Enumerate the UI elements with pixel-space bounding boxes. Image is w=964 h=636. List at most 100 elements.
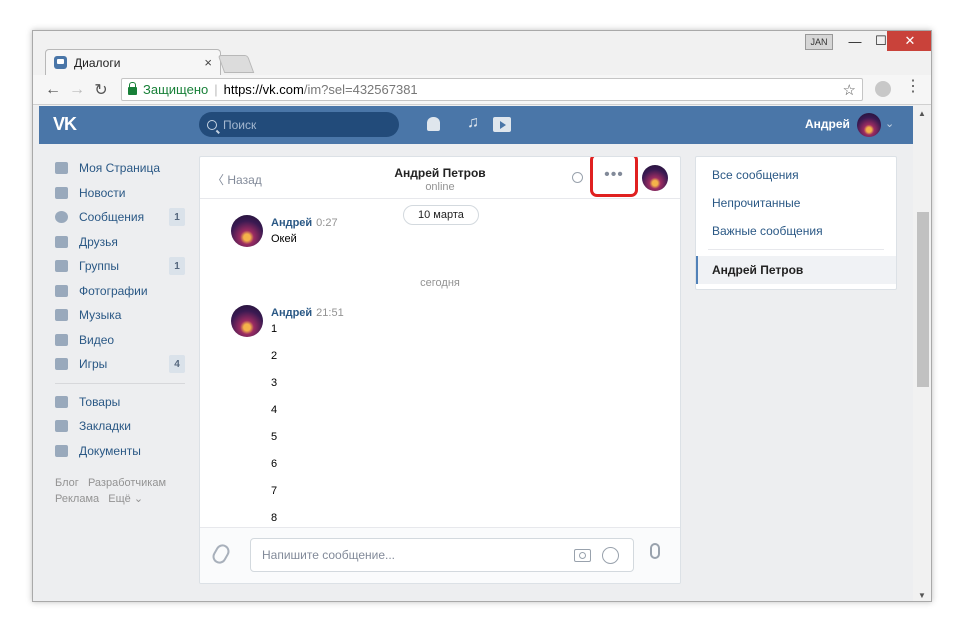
search-placeholder: Поиск <box>223 117 257 132</box>
vk-logo[interactable]: VK <box>53 114 77 135</box>
sidebar-item-label: Документы <box>79 443 141 458</box>
message-time: 21:51 <box>316 307 344 319</box>
vk-search-input[interactable]: Поиск <box>199 112 399 137</box>
sidebar-item-video[interactable]: Видео <box>47 328 187 353</box>
sidebar-item-documents[interactable]: Документы <box>47 439 187 464</box>
music-note-icon[interactable]: ♫ <box>467 114 479 132</box>
sidebar-item-my-page[interactable]: Моя Страница <box>47 156 187 181</box>
user-profile-badge[interactable]: JAN <box>805 34 833 50</box>
message-avatar[interactable] <box>231 305 263 337</box>
paperclip-icon[interactable] <box>209 541 233 567</box>
tab-close-icon[interactable]: × <box>204 55 212 70</box>
menu-divider <box>708 249 884 250</box>
sidebar-item-games[interactable]: Игры 4 <box>47 352 187 377</box>
footer-more-link[interactable]: Ещё ⌄ <box>108 493 143 505</box>
sidebar-item-groups[interactable]: Группы 1 <box>47 254 187 279</box>
microphone-icon[interactable] <box>650 543 660 559</box>
chat-panel: 〈 Назад Андрей Петров online ••• 10 март… <box>199 156 681 584</box>
chat-header: 〈 Назад Андрей Петров online ••• <box>200 157 680 199</box>
sidebar-item-goods[interactable]: Товары <box>47 390 187 415</box>
reload-button[interactable]: ↻ <box>89 80 113 100</box>
footer-ads-link[interactable]: Реклама <box>55 493 99 505</box>
message-line: 3 <box>271 377 278 389</box>
browser-menu-icon[interactable]: ⋮ <box>905 79 921 95</box>
left-sidebar: Моя Страница Новости Сообщения 1 Друзья Г… <box>47 156 187 507</box>
chevron-down-icon[interactable]: ⌄ <box>885 117 894 130</box>
notifications-bell-icon[interactable] <box>427 117 440 131</box>
sidebar-item-bookmarks[interactable]: Закладки <box>47 414 187 439</box>
today-separator: сегодня <box>420 277 460 289</box>
message-author[interactable]: Андрей 21:51 <box>271 307 344 319</box>
search-icon <box>207 119 217 130</box>
sidebar-item-label: Моя Страница <box>79 161 161 176</box>
video-play-icon[interactable] <box>493 117 511 132</box>
message-line: 6 <box>271 458 278 470</box>
message-author[interactable]: Андрей 0:27 <box>271 217 338 229</box>
compose-bar: Напишите сообщение... <box>200 527 680 583</box>
scroll-down-arrow-icon[interactable]: ▼ <box>918 591 926 600</box>
sidebar-item-label: Игры <box>79 357 108 372</box>
sidebar-item-label: Друзья <box>79 234 118 249</box>
home-icon <box>55 162 68 175</box>
chat-search-icon[interactable] <box>572 172 583 183</box>
goods-icon <box>55 395 68 408</box>
footer-blog-link[interactable]: Блог <box>55 477 79 489</box>
sidebar-item-news[interactable]: Новости <box>47 181 187 206</box>
sidebar-footer: Блог Разработчикам Реклама Ещё ⌄ <box>55 475 187 507</box>
games-icon <box>55 358 68 371</box>
sidebar-item-label: Сообщения <box>79 210 145 225</box>
forward-button[interactable]: → <box>65 81 89 99</box>
secure-label: Защищено <box>143 82 209 97</box>
more-actions-button[interactable]: ••• <box>590 157 638 197</box>
header-avatar[interactable] <box>857 113 881 137</box>
page-scrollbar[interactable]: ▲ ▼ <box>913 106 931 601</box>
scroll-up-arrow-icon[interactable]: ▲ <box>918 109 926 118</box>
new-tab-button[interactable] <box>217 55 255 73</box>
message-line: 8 <box>271 512 278 524</box>
message-line: 1 <box>271 323 278 335</box>
author-name[interactable]: Андрей <box>271 217 312 229</box>
sidebar-item-music[interactable]: Музыка <box>47 303 187 328</box>
extension-icon[interactable] <box>875 81 891 97</box>
photos-icon <box>55 284 68 297</box>
message-line: 5 <box>271 431 278 443</box>
author-name[interactable]: Андрей <box>271 307 312 319</box>
sidebar-item-friends[interactable]: Друзья <box>47 230 187 255</box>
bookmarks-icon <box>55 420 68 433</box>
back-button[interactable]: ← <box>41 81 65 99</box>
footer-dev-link[interactable]: Разработчикам <box>88 477 166 489</box>
browser-toolbar: ← → ↻ Защищено | https://vk.com /im?sel=… <box>33 75 931 105</box>
message-input[interactable]: Напишите сообщение... <box>250 538 634 572</box>
sidebar-item-label: Группы <box>79 259 119 274</box>
url-host: https://vk.com <box>223 82 304 97</box>
close-window-button[interactable]: ✕ <box>887 31 931 51</box>
minimize-button[interactable]: — <box>841 31 869 51</box>
video-icon <box>55 333 68 346</box>
filter-unread[interactable]: Непрочитанные <box>696 189 896 217</box>
filter-important[interactable]: Важные сообщения <box>696 217 896 245</box>
message-avatar[interactable] <box>231 215 263 247</box>
documents-icon <box>55 444 68 457</box>
sidebar-item-label: Видео <box>79 332 115 347</box>
contact-avatar[interactable] <box>642 165 668 191</box>
vk-header: VK Поиск ♫ Андрей ⌄ <box>39 106 913 144</box>
bookmark-star-icon[interactable]: ☆ <box>843 81 856 99</box>
music-icon <box>55 309 68 322</box>
message-time: 0:27 <box>316 217 338 229</box>
scrollbar-thumb[interactable] <box>917 212 929 387</box>
vk-favicon-icon <box>54 56 67 69</box>
sidebar-item-label: Новости <box>79 185 126 200</box>
emoji-icon[interactable] <box>602 547 619 564</box>
sidebar-item-photos[interactable]: Фотографии <box>47 279 187 304</box>
address-bar[interactable]: Защищено | https://vk.com /im?sel=432567… <box>121 78 863 101</box>
camera-icon[interactable] <box>574 549 591 562</box>
sidebar-item-label: Музыка <box>79 308 122 323</box>
active-dialog-item[interactable]: Андрей Петров <box>696 256 896 284</box>
groups-icon <box>55 260 68 273</box>
header-user-name[interactable]: Андрей <box>805 117 850 131</box>
sidebar-item-messages[interactable]: Сообщения 1 <box>47 205 187 230</box>
title-bar: Диалоги × JAN — ☐ ✕ <box>33 31 931 75</box>
filter-all-messages[interactable]: Все сообщения <box>696 161 896 189</box>
browser-tab[interactable]: Диалоги × <box>45 49 221 75</box>
vk-page: VK Поиск ♫ Андрей ⌄ Моя Страница Новости… <box>33 106 913 601</box>
